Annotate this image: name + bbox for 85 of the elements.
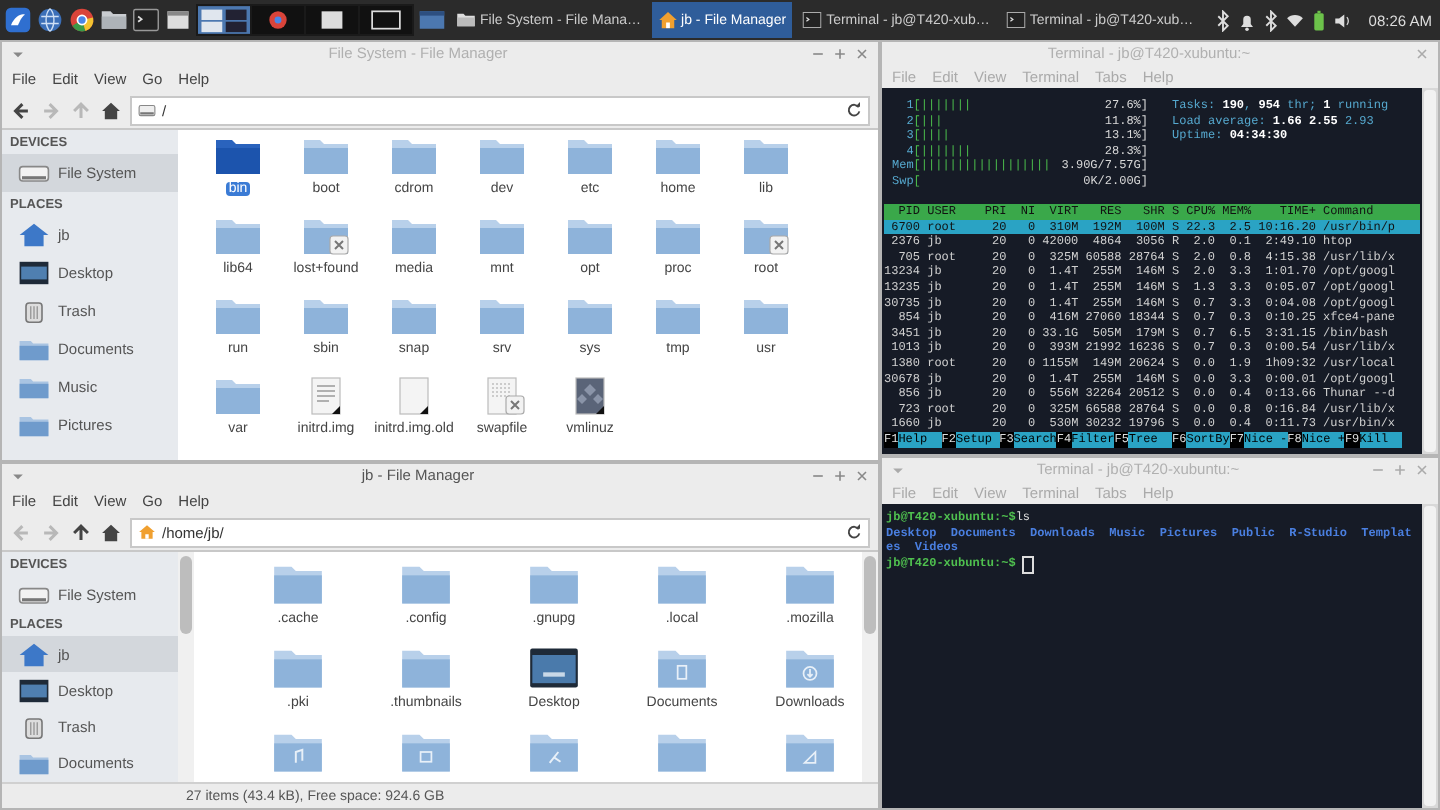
folder-icon bbox=[566, 216, 614, 256]
close-icon[interactable] bbox=[1414, 461, 1430, 477]
scrollbar[interactable] bbox=[862, 552, 878, 782]
downloads-folder-icon bbox=[784, 646, 836, 690]
workspace-thumbnail[interactable] bbox=[252, 6, 304, 34]
folder-icon bbox=[456, 10, 476, 30]
monitor-icon bbox=[18, 677, 50, 703]
folder-icon bbox=[742, 296, 790, 336]
window-icon[interactable] bbox=[164, 6, 192, 34]
music-folder-icon bbox=[18, 374, 50, 400]
terminal-icon bbox=[802, 10, 823, 30]
workspace-thumbnail[interactable] bbox=[306, 6, 358, 34]
reload-icon[interactable] bbox=[846, 524, 862, 540]
home-icon[interactable] bbox=[100, 99, 122, 121]
scrollbar[interactable] bbox=[1422, 504, 1438, 808]
bluetooth-icon[interactable] bbox=[1262, 9, 1281, 31]
scrollbar[interactable] bbox=[1422, 88, 1438, 454]
bluetooth-icon[interactable] bbox=[1214, 9, 1233, 31]
up-arrow-icon[interactable] bbox=[70, 521, 92, 543]
maximize-icon[interactable] bbox=[1392, 461, 1408, 477]
share-folder-icon bbox=[528, 730, 580, 774]
workspace-thumbnail[interactable] bbox=[360, 6, 412, 34]
app-menu-icon[interactable] bbox=[4, 6, 32, 34]
drive-icon bbox=[138, 102, 156, 118]
home-icon bbox=[18, 641, 50, 667]
folder-icon bbox=[656, 562, 708, 606]
folder-icon bbox=[214, 376, 262, 416]
folder-icon bbox=[400, 562, 452, 606]
desktop-folder-icon bbox=[528, 646, 580, 690]
folder-icon bbox=[272, 562, 324, 606]
documents-folder-icon bbox=[18, 749, 50, 775]
templates-folder-icon bbox=[784, 730, 836, 774]
workspace-switcher[interactable] bbox=[196, 4, 414, 36]
battery-icon[interactable] bbox=[1310, 9, 1329, 31]
folder-icon bbox=[654, 136, 702, 176]
folder-icon bbox=[302, 296, 350, 336]
folder-icon bbox=[390, 296, 438, 336]
folder-icon bbox=[400, 646, 452, 690]
wifi-icon[interactable] bbox=[1286, 9, 1305, 31]
terminal-icon bbox=[1005, 10, 1026, 30]
pictures-folder-icon bbox=[18, 412, 50, 438]
reload-icon[interactable] bbox=[846, 102, 862, 118]
folder-icon bbox=[214, 296, 262, 336]
folder-icon bbox=[302, 136, 350, 176]
folder-icon bbox=[390, 216, 438, 256]
music-folder-icon bbox=[272, 730, 324, 774]
folder-icon bbox=[528, 562, 580, 606]
documents-folder-icon bbox=[656, 646, 708, 690]
folder-icon bbox=[272, 646, 324, 690]
globe-icon[interactable] bbox=[36, 6, 64, 34]
folder-icon bbox=[654, 216, 702, 256]
home-icon bbox=[138, 524, 156, 540]
close-icon[interactable] bbox=[854, 45, 870, 61]
monitor-icon bbox=[18, 260, 50, 286]
close-icon[interactable] bbox=[1414, 45, 1430, 61]
folder-icon bbox=[478, 136, 526, 176]
folder-icon bbox=[654, 296, 702, 336]
home-icon[interactable] bbox=[100, 521, 122, 543]
folder-icon[interactable] bbox=[100, 6, 128, 34]
volume-icon[interactable] bbox=[1334, 9, 1353, 31]
folder-icon bbox=[656, 730, 708, 774]
close-icon[interactable] bbox=[854, 467, 870, 483]
folder-icon bbox=[742, 136, 790, 176]
folder-x-badge-icon bbox=[742, 216, 790, 256]
home-icon bbox=[18, 222, 50, 248]
terminal-icon[interactable] bbox=[132, 6, 160, 34]
folder-icon bbox=[390, 136, 438, 176]
folder-icon bbox=[566, 296, 614, 336]
folder-icon bbox=[214, 216, 262, 256]
folder-x-badge-icon bbox=[302, 216, 350, 256]
browser-icon[interactable] bbox=[68, 6, 96, 34]
documents-folder-icon bbox=[18, 336, 50, 362]
maximize-icon[interactable] bbox=[832, 45, 848, 61]
pictures-folder-icon bbox=[400, 730, 452, 774]
scrollbar[interactable] bbox=[178, 552, 194, 782]
folder-icon bbox=[478, 296, 526, 336]
folder-icon bbox=[214, 136, 262, 176]
folder-icon bbox=[784, 562, 836, 606]
maximize-icon[interactable] bbox=[832, 467, 848, 483]
home-icon bbox=[657, 10, 678, 30]
back-arrow-icon[interactable] bbox=[10, 99, 32, 121]
workspace-thumbnail[interactable] bbox=[198, 6, 250, 34]
folder-icon bbox=[478, 216, 526, 256]
drive-icon bbox=[18, 160, 50, 186]
folder-icon bbox=[566, 136, 614, 176]
